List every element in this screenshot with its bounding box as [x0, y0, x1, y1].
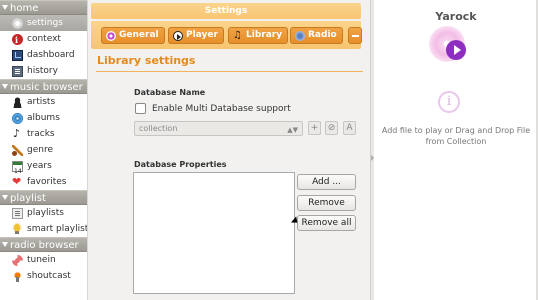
years-icon	[12, 160, 23, 180]
tab-general[interactable]: General	[101, 27, 165, 44]
tab-library[interactable]: Library	[228, 27, 289, 44]
shoutcast-icon	[12, 270, 23, 282]
sidebar-item-years[interactable]: years	[0, 158, 87, 180]
smart-playlists-icon	[12, 223, 23, 235]
sidebar-item-genre[interactable]: genre	[0, 142, 87, 158]
albums-icon	[12, 112, 23, 124]
sidebar-item-label: albums	[27, 113, 60, 123]
database-properties-label: Database Properties	[134, 160, 227, 169]
sidebar-item-label: tunein	[27, 255, 56, 265]
sidebar-item-shoutcast[interactable]: shoutcast	[0, 268, 87, 284]
play-icon	[446, 40, 466, 60]
expand-arrow-icon	[2, 84, 8, 89]
sidebar-item-dashboard[interactable]: dashboard	[0, 47, 87, 63]
database-select-value: collection	[139, 124, 178, 133]
expand-arrow-icon	[2, 242, 8, 247]
yarock-logo-icon	[429, 26, 469, 66]
spin-arrows-icon: ▲▼	[287, 126, 298, 134]
sidebar-item-label: settings	[27, 18, 63, 28]
section-title: Library settings	[97, 54, 196, 67]
database-folders-list[interactable]	[133, 172, 295, 294]
app-title: Yarock	[435, 10, 477, 23]
section-title: radio browser	[10, 240, 79, 251]
artists-icon	[12, 96, 23, 108]
playlists-icon	[12, 207, 23, 219]
tab-label: Radio	[308, 30, 337, 40]
sidebar: home settings context dashboard history …	[0, 0, 88, 300]
tab-radio[interactable]: Radio	[290, 27, 343, 44]
sidebar-item-favorites[interactable]: favorites	[0, 174, 87, 190]
multi-database-label: Enable Multi Database support	[152, 103, 291, 114]
section-header-music-browser[interactable]: music browser	[0, 79, 87, 94]
add-database-button[interactable]: +	[308, 121, 321, 135]
multi-database-option[interactable]: Enable Multi Database support	[135, 103, 291, 114]
add-folder-button[interactable]: Add ...	[297, 174, 356, 190]
genre-icon	[12, 144, 23, 156]
tab-player[interactable]: Player	[168, 27, 224, 44]
sidebar-item-label: artists	[27, 97, 56, 107]
settings-panel: Settings General Player Library Radio Li…	[88, 0, 370, 300]
remove-all-folders-button[interactable]: Remove all	[297, 215, 356, 231]
tab-label: Library	[246, 30, 283, 40]
tracks-icon	[12, 126, 23, 142]
context-panel: Yarock i Add file to play or Drag and Dr…	[374, 0, 538, 300]
library-icon	[233, 28, 243, 43]
sidebar-item-label: playlists	[27, 208, 64, 218]
database-select[interactable]: collection ▲▼	[134, 121, 303, 136]
message-line: Add file to play or Drag and Drop File	[381, 126, 531, 135]
sidebar-item-label: smart playlists	[27, 224, 88, 234]
section-title: music browser	[10, 82, 83, 93]
settings-icon	[12, 17, 23, 29]
settings-tab-bar: General Player Library Radio	[91, 21, 362, 49]
remove-folder-button[interactable]: Remove	[297, 195, 356, 211]
multi-database-checkbox[interactable]	[135, 103, 146, 114]
tunein-icon	[12, 254, 23, 266]
message-line: from Collection	[425, 137, 487, 146]
player-icon	[173, 30, 183, 41]
sidebar-item-label: shoutcast	[27, 271, 71, 281]
sidebar-item-label: genre	[27, 145, 53, 155]
radio-icon	[295, 30, 305, 41]
context-icon	[12, 32, 23, 48]
sidebar-item-label: history	[27, 66, 58, 76]
tab-overflow-button[interactable]	[348, 27, 362, 44]
delete-database-button[interactable]: ⊘	[325, 121, 338, 135]
sidebar-item-settings[interactable]: settings	[0, 15, 87, 31]
dashboard-icon	[12, 49, 23, 61]
expand-arrow-icon	[2, 5, 8, 10]
sidebar-item-label: context	[27, 34, 61, 44]
section-header-home[interactable]: home	[0, 0, 87, 15]
sidebar-item-albums[interactable]: albums	[0, 110, 87, 126]
database-name-label: Database Name	[134, 88, 206, 97]
expand-arrow-icon	[2, 195, 8, 200]
empty-playqueue-message: Add file to play or Drag and Drop File f…	[374, 125, 538, 147]
sidebar-item-artists[interactable]: artists	[0, 94, 87, 110]
settings-banner: Settings	[91, 3, 361, 19]
history-icon	[12, 65, 23, 77]
sidebar-item-context[interactable]: context	[0, 31, 87, 48]
section-title: home	[10, 3, 39, 14]
rename-database-button[interactable]: A	[343, 121, 356, 135]
sidebar-item-tracks[interactable]: tracks	[0, 126, 87, 142]
sidebar-item-tunein[interactable]: tunein	[0, 252, 87, 268]
sidebar-item-label: tracks	[27, 129, 55, 139]
section-divider	[96, 71, 363, 72]
sidebar-item-label: years	[27, 161, 52, 171]
section-header-radio-browser[interactable]: radio browser	[0, 237, 87, 252]
sidebar-item-label: dashboard	[27, 50, 75, 60]
sidebar-item-label: favorites	[27, 177, 67, 187]
info-icon: i	[438, 91, 460, 113]
general-icon	[106, 30, 116, 41]
sidebar-item-history[interactable]: history	[0, 63, 87, 79]
section-header-playlist-browser[interactable]: playlist browser	[0, 190, 87, 219]
tab-label: Player	[186, 30, 218, 40]
favorites-icon	[12, 174, 23, 190]
tab-label: General	[119, 30, 159, 40]
sidebar-item-smart-playlists[interactable]: smart playlists	[0, 221, 87, 237]
